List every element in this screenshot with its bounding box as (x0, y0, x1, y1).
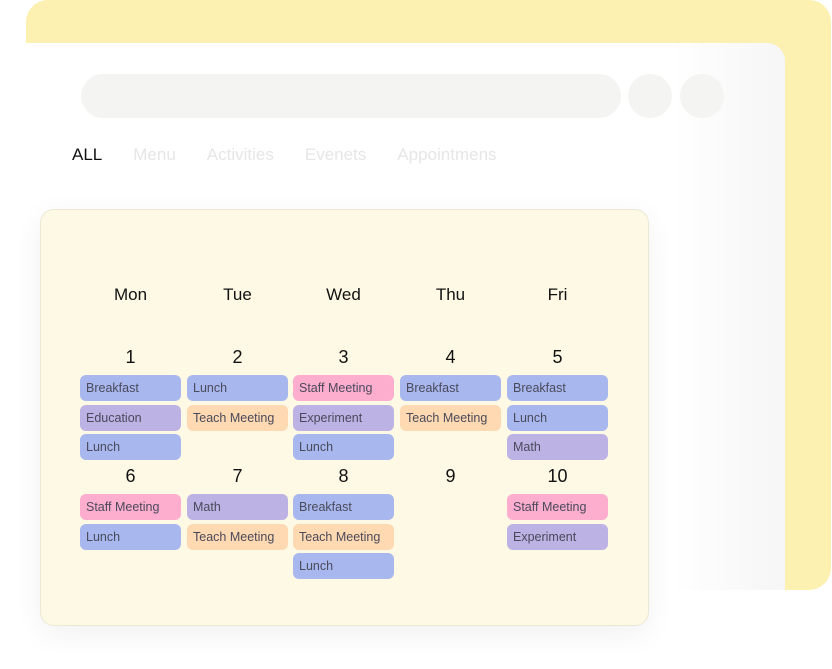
event-chip[interactable]: Breakfast (400, 375, 501, 401)
tab-all[interactable]: ALL (72, 145, 102, 165)
day-number[interactable]: 4 (400, 347, 501, 368)
day-number[interactable]: 10 (507, 466, 608, 487)
event-chip[interactable]: Teach Meeting (293, 523, 394, 550)
action-button-2[interactable] (680, 74, 724, 118)
day-number[interactable]: 3 (293, 347, 394, 368)
day-number[interactable]: 2 (187, 347, 288, 368)
event-chip[interactable]: Lunch (80, 434, 181, 460)
weekday-tue: Tue (223, 285, 252, 304)
day-number[interactable]: 6 (80, 466, 181, 487)
event-chip[interactable]: Lunch (80, 523, 181, 550)
search-bar[interactable] (81, 74, 621, 118)
event-chip[interactable]: Breakfast (507, 375, 608, 401)
event-chip[interactable]: Experiment (507, 523, 608, 550)
event-chip[interactable]: Teach Meeting (400, 404, 501, 431)
event-chip[interactable]: Breakfast (80, 375, 181, 401)
event-chip[interactable]: Lunch (507, 404, 608, 431)
day-number[interactable]: 8 (293, 466, 394, 487)
weekday-mon: Mon (113, 285, 148, 304)
weekday-thu: Thu (435, 285, 466, 304)
day-number[interactable]: 5 (507, 347, 608, 368)
event-chip[interactable]: Lunch (293, 434, 394, 460)
tab-menu[interactable]: Menu (133, 145, 176, 165)
tab-activities[interactable]: Activities (207, 145, 274, 165)
tab-events[interactable]: Evenets (305, 145, 366, 165)
event-chip[interactable]: Staff Meeting (80, 494, 181, 520)
event-chip[interactable]: Staff Meeting (293, 375, 394, 401)
event-chip[interactable]: Lunch (187, 375, 288, 401)
event-chip[interactable]: Math (187, 494, 288, 520)
event-chip[interactable]: Staff Meeting (507, 494, 608, 520)
event-chip[interactable]: Experiment (293, 404, 394, 431)
event-chip[interactable]: Breakfast (293, 494, 394, 520)
weekday-fri: Fri (547, 285, 568, 304)
weekday-wed: Wed (326, 285, 361, 304)
event-chip[interactable]: Math (507, 434, 608, 460)
event-chip[interactable]: Teach Meeting (187, 404, 288, 431)
event-chip[interactable]: Lunch (293, 553, 394, 579)
day-number[interactable]: 7 (187, 466, 288, 487)
event-chip[interactable]: Teach Meeting (187, 523, 288, 550)
day-number[interactable]: 1 (80, 347, 181, 368)
action-button-1[interactable] (628, 74, 672, 118)
day-number[interactable]: 9 (400, 466, 501, 487)
tab-appointments[interactable]: Appointmens (397, 145, 496, 165)
category-tabs: ALL Menu Activities Evenets Appointmens (72, 145, 528, 165)
event-chip[interactable]: Education (80, 404, 181, 431)
